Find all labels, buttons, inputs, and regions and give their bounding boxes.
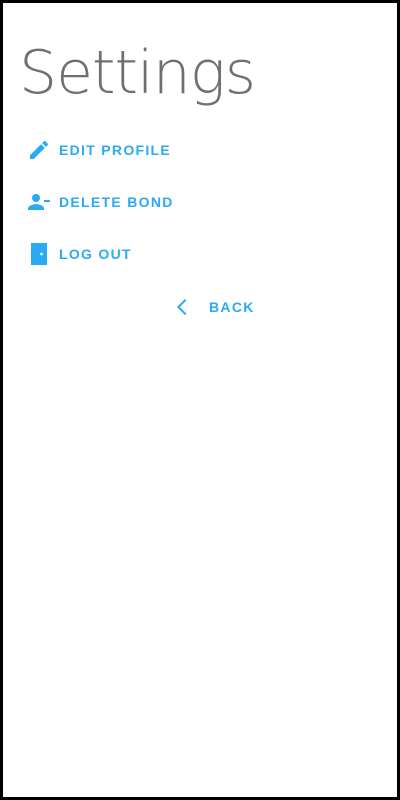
log-out-button[interactable]: LOG OUT [27,239,132,269]
edit-profile-button[interactable]: EDIT PROFILE [27,135,171,165]
delete-bond-button[interactable]: DELETE BOND [27,187,174,217]
edit-profile-label: EDIT PROFILE [59,142,172,158]
delete-bond-label: DELETE BOND [59,194,174,210]
screen-frame: Settings EDIT PROFILE DELETE BOND LOG OU… [0,0,400,800]
log-out-label: LOG OUT [59,246,132,262]
pencil-icon [27,138,51,162]
page-title: Settings [19,38,256,108]
back-label: BACK [209,299,255,315]
door-icon [27,242,51,266]
back-button[interactable]: BACK [171,291,255,323]
person-remove-icon [27,190,51,214]
chevron-left-icon [171,295,195,319]
